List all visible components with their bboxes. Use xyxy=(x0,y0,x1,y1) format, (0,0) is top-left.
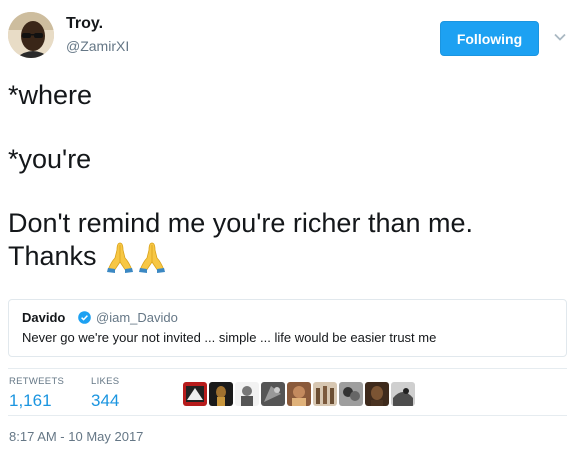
retweets-count[interactable]: 1,161 xyxy=(9,391,52,411)
tweet-text-line: *you're xyxy=(8,144,92,174)
liker-avatar[interactable] xyxy=(339,382,363,406)
liker-avatar[interactable] xyxy=(261,382,285,406)
liker-avatar[interactable] xyxy=(209,382,233,406)
folded-hands-icon xyxy=(105,240,135,273)
author-screen-name[interactable]: @ZamirXI xyxy=(66,38,129,54)
liker-avatar[interactable] xyxy=(287,382,311,406)
liker-avatar[interactable] xyxy=(235,382,259,406)
folded-hands-icon xyxy=(137,240,167,273)
author-display-name[interactable]: Troy. xyxy=(66,15,103,33)
quoted-author-handle: @iam_Davido xyxy=(96,310,178,325)
liker-avatars xyxy=(183,382,415,406)
liker-avatar[interactable] xyxy=(391,382,415,406)
liker-avatar[interactable] xyxy=(313,382,337,406)
quoted-tweet[interactable]: Davido @iam_Davido Never go we're your n… xyxy=(8,299,567,357)
quoted-author-name: Davido xyxy=(22,310,66,325)
author-avatar[interactable] xyxy=(8,12,54,58)
following-button[interactable]: Following xyxy=(440,21,539,56)
tweet-card: Troy. @ZamirXI Following *where *you're … xyxy=(0,0,572,458)
liker-avatar[interactable] xyxy=(365,382,389,406)
quoted-tweet-text: Never go we're your not invited ... simp… xyxy=(22,330,437,345)
likes-label: LIKES xyxy=(91,376,120,387)
divider xyxy=(8,368,567,369)
likes-count[interactable]: 344 xyxy=(91,391,119,411)
verified-badge-icon xyxy=(78,311,91,324)
tweet-timestamp[interactable]: 8:17 AM - 10 May 2017 xyxy=(9,429,143,444)
liker-avatar[interactable] xyxy=(183,382,207,406)
tweet-text-line: Don't remind me you're richer than me. xyxy=(8,208,473,238)
tweet-text-thanks: Thanks xyxy=(8,241,97,271)
tweet-text-line: Thanks xyxy=(8,240,167,273)
tweet-text-line: *where xyxy=(8,80,93,110)
divider xyxy=(8,415,567,416)
chevron-down-icon[interactable] xyxy=(553,30,567,44)
retweets-label: RETWEETS xyxy=(9,376,65,387)
